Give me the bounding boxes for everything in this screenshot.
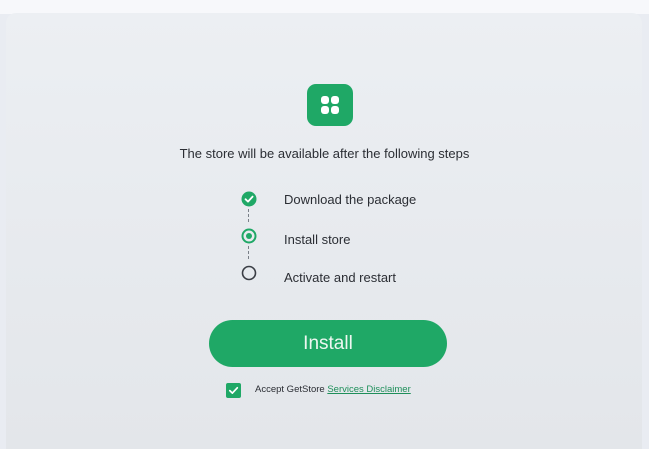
step-label-activate: Activate and restart [284,270,396,285]
accept-checkbox[interactable] [226,383,241,398]
top-band [0,0,649,14]
step-connector [248,209,251,222]
install-button[interactable]: Install [209,320,447,367]
store-app-icon [307,84,353,126]
agreement-text: Accept GetStore Services Disclaimer [255,384,411,395]
step-label-download: Download the package [284,192,417,207]
radio-active-icon [241,228,257,244]
agreement-prefix: Accept GetStore [255,384,325,395]
step-label-install-store: Install store [284,232,351,247]
page-headline: The store will be available after the fo… [179,146,470,161]
clover-icon [321,96,339,114]
check-circle-icon [241,191,257,207]
empty-circle-icon [241,265,257,281]
step-connector [248,246,251,259]
checkmark-icon [228,386,239,394]
services-disclaimer-link[interactable]: Services Disclaimer [327,384,410,395]
